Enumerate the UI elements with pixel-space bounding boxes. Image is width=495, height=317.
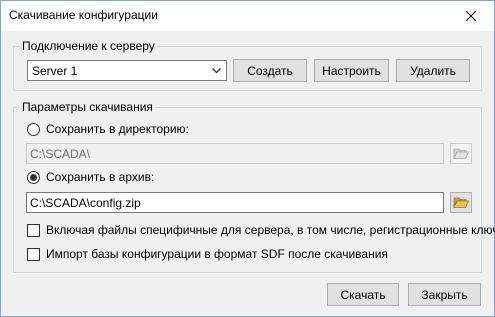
browse-directory-button[interactable] [450,143,472,164]
download-button[interactable]: Скачать [327,283,399,306]
save-to-archive-radio[interactable]: Сохранить в архив: [27,169,154,185]
create-server-button[interactable]: Создать [233,59,307,82]
directory-path-input[interactable]: C:\SCADA\ [26,143,444,164]
import-sdf-label: Импорт базы конфигурации в формат SDF по… [46,247,388,261]
save-to-directory-radio-circle[interactable] [27,122,40,136]
include-server-files-checkbox[interactable]: Включая файлы специфичные для сервера, в… [27,222,495,238]
archive-path-input[interactable]: C:\SCADA\config.zip [26,192,444,213]
include-server-files-label: Включая файлы специфичные для сервера, в… [46,223,495,237]
close-window-button[interactable] [448,1,494,31]
save-to-directory-label: Сохранить в директорию: [46,122,189,136]
window-title: Скачивание конфигурации [9,8,158,22]
close-button[interactable]: Закрыть [408,283,481,306]
include-server-files-box[interactable] [27,223,40,237]
close-icon [466,11,476,21]
server-select-value: Server 1 [32,64,78,78]
archive-path-value: C:\SCADA\config.zip [30,196,141,210]
browse-archive-button[interactable] [450,192,472,213]
download-config-dialog: Скачивание конфигурации Подключение к се… [0,0,495,317]
download-params-legend: Параметры скачивания [20,100,155,115]
title-bar: Скачивание конфигурации [1,1,494,31]
server-select[interactable]: Server 1 [27,60,227,81]
configure-server-button[interactable]: Настроить [314,59,389,82]
server-connection-legend: Подключение к серверу [20,39,157,54]
directory-path-value: C:\SCADA\ [30,147,91,161]
import-sdf-checkbox[interactable]: Импорт базы конфигурации в формат SDF по… [27,246,388,262]
folder-open-icon [453,148,469,159]
chevron-down-icon [212,68,221,74]
delete-server-button[interactable]: Удалить [396,59,470,82]
save-to-directory-radio[interactable]: Сохранить в директорию: [27,121,189,137]
save-to-archive-label: Сохранить в архив: [46,170,155,184]
folder-open-icon [453,197,469,208]
save-to-archive-radio-circle[interactable] [27,170,40,184]
import-sdf-box[interactable] [27,247,40,261]
